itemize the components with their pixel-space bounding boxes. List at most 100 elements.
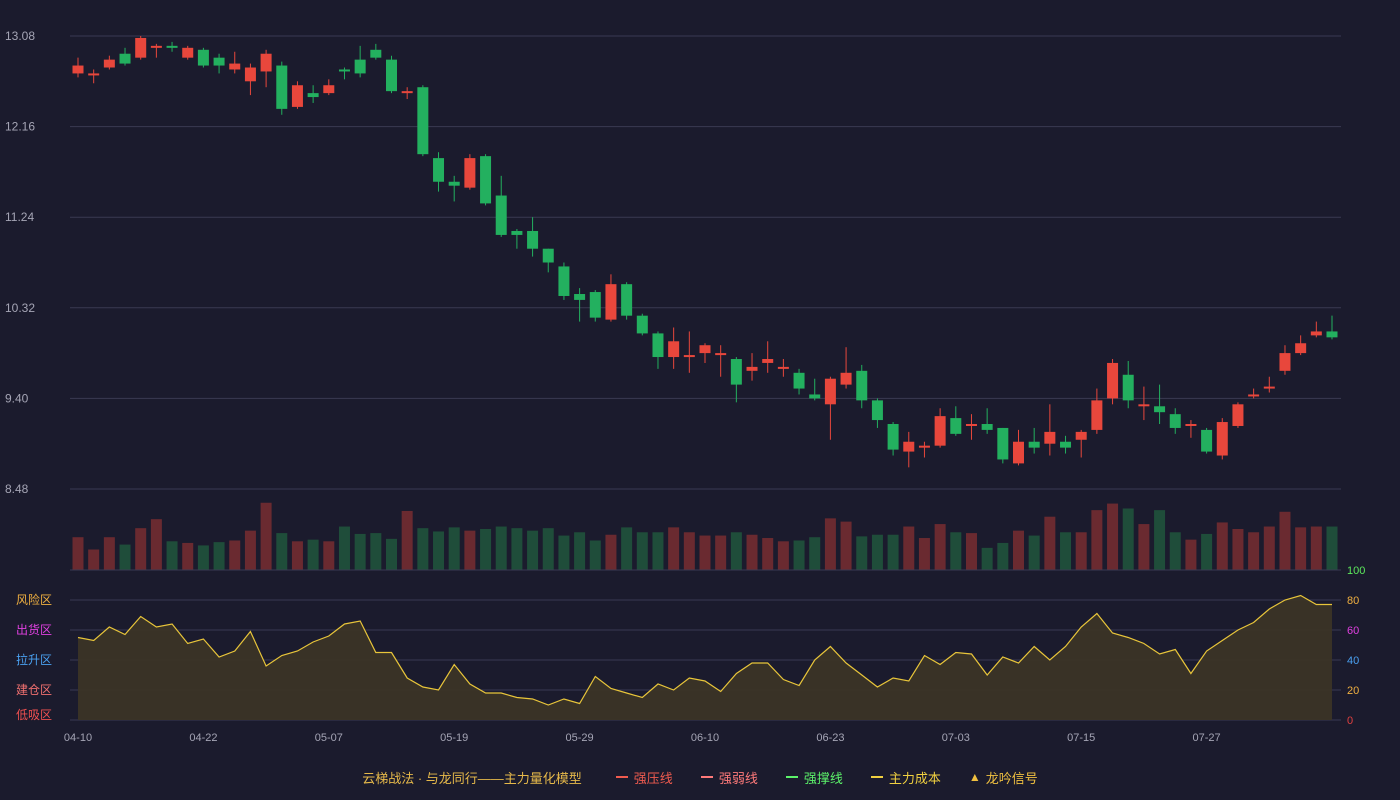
candle-body xyxy=(903,441,915,452)
volume-bar xyxy=(213,542,225,570)
price-tick-label: 9.40 xyxy=(5,391,29,405)
legend-item-main-cost[interactable]: 主力成本 xyxy=(870,768,941,787)
volume-bar xyxy=(401,510,413,570)
volume-bar xyxy=(291,541,303,570)
legend-title: 云梯战法 · 与龙同行——主力量化模型 xyxy=(362,770,582,786)
zone-label: 风险区 xyxy=(16,592,52,607)
volume-bar xyxy=(918,538,930,570)
volume-bar xyxy=(730,532,742,570)
price-tick-label: 12.16 xyxy=(5,120,35,134)
volume-bar xyxy=(762,538,774,570)
oscillator-tick-label: 40 xyxy=(1347,655,1359,667)
candle-body xyxy=(386,59,397,92)
candle-body xyxy=(965,424,977,427)
candle-body xyxy=(338,69,350,72)
volume-bar xyxy=(323,541,335,570)
candle-body xyxy=(103,59,115,68)
candle-body xyxy=(197,49,209,66)
candle-body xyxy=(824,378,836,405)
volume-bar xyxy=(1122,508,1134,570)
x-tick-label: 07-15 xyxy=(1067,732,1095,744)
candle-body xyxy=(730,359,742,385)
volume-bar xyxy=(1013,530,1024,570)
price-tick-label: 8.48 xyxy=(5,482,29,496)
candle-body xyxy=(589,292,601,318)
candle-body xyxy=(558,266,570,296)
volume-bar xyxy=(1044,516,1056,570)
candle-body xyxy=(1075,431,1087,440)
price-tick-label: 11.24 xyxy=(5,210,34,224)
volume-bar xyxy=(433,531,445,570)
candle-body xyxy=(950,418,962,434)
volume-bar xyxy=(636,532,648,570)
volume-bar xyxy=(244,530,256,570)
volume-bar xyxy=(542,528,554,570)
candle-body xyxy=(668,341,680,358)
volume-bar xyxy=(495,526,507,570)
volume-bar xyxy=(1201,533,1213,570)
candle-body xyxy=(1154,406,1166,413)
legend-swatch xyxy=(615,776,628,778)
candle-body xyxy=(1185,424,1197,427)
volume-bar xyxy=(182,542,194,570)
volume-bar xyxy=(448,527,460,570)
candle-body xyxy=(448,181,460,186)
candle-body xyxy=(1044,431,1056,444)
volume-bar xyxy=(307,539,319,570)
volume-bar xyxy=(260,502,272,570)
legend-item-strength-line[interactable]: 强弱线 xyxy=(700,768,758,787)
candle-body xyxy=(166,45,178,48)
candle-body xyxy=(1028,441,1040,448)
triangle-icon: ▲ xyxy=(968,770,981,784)
candle-body xyxy=(746,366,758,371)
oscillator-tick-label: 100 xyxy=(1347,565,1365,577)
volume-bar xyxy=(652,532,664,570)
candle-body xyxy=(276,65,288,109)
candle-body xyxy=(1091,400,1103,430)
volume-bar xyxy=(1169,532,1181,570)
candle-body xyxy=(683,355,695,358)
volume-bar xyxy=(370,533,382,570)
candle-body xyxy=(1295,343,1307,354)
candlestick-chart: 13.08 12.16 11.24 10.32 9.40 8.48 100 80 60 40 20 0… xyxy=(5,29,1365,744)
legend-item-strong-support[interactable]: 强撑线 xyxy=(785,768,843,787)
volume-bar xyxy=(417,528,429,570)
volume-bar xyxy=(1248,532,1260,570)
candle-body xyxy=(762,359,774,363)
legend-item-strong-resistance[interactable]: 强压线 xyxy=(615,768,673,787)
oscillator-tick-label: 20 xyxy=(1347,685,1359,697)
volume-bar xyxy=(464,530,476,570)
volume-bar xyxy=(1154,510,1166,570)
legend-item-dragon-signal[interactable]: ▲ 龙吟信号 xyxy=(969,768,1038,787)
candle-body xyxy=(1279,353,1291,371)
candle-body xyxy=(777,366,789,369)
candle-body xyxy=(918,445,930,448)
candle-body xyxy=(699,345,711,354)
volume-bar xyxy=(589,540,601,570)
candle-body xyxy=(229,63,241,70)
legend-swatch xyxy=(700,776,713,778)
chart-area: 13.08 12.16 11.24 10.32 9.40 8.48 100 80 60 40 20 0… xyxy=(0,0,1400,800)
volume-bar xyxy=(1091,510,1103,570)
candle-body xyxy=(840,372,852,385)
candle-body xyxy=(291,85,303,107)
volume-bar xyxy=(1075,532,1087,570)
candle-body xyxy=(511,230,523,235)
volume-bar xyxy=(1216,522,1228,570)
volume-bar xyxy=(88,549,100,570)
x-tick-label: 05-29 xyxy=(566,732,594,744)
volume-bar xyxy=(1326,526,1338,570)
volume-bar xyxy=(72,537,84,570)
candle-body xyxy=(213,57,225,66)
candle-body xyxy=(605,284,617,320)
legend-label: 强撑线 xyxy=(803,770,843,786)
volume-bar xyxy=(683,532,695,570)
candle-body xyxy=(1248,394,1260,397)
candle-body xyxy=(793,372,805,389)
price-tick-label: 10.32 xyxy=(5,301,35,315)
candle-body xyxy=(119,53,131,64)
volume-bar xyxy=(668,527,680,570)
volume-bar xyxy=(1263,526,1275,570)
candle-body xyxy=(887,424,899,450)
volume-bar xyxy=(480,529,492,570)
